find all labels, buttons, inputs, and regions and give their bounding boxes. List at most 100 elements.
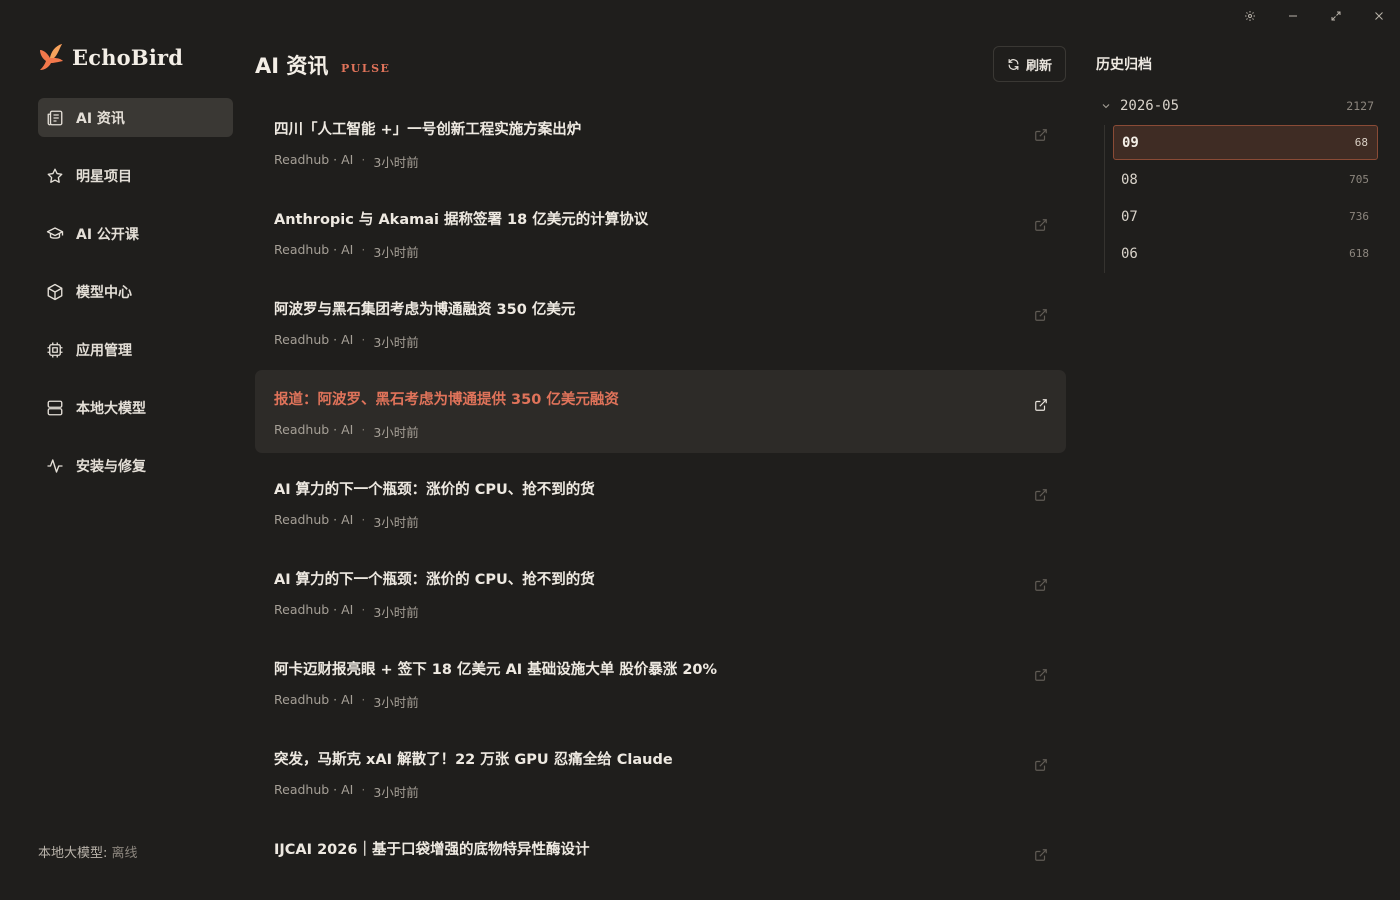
archive-month-item[interactable]: 07 736	[1113, 199, 1378, 234]
news-time: 3小时前	[373, 785, 419, 800]
main-content: AI 资讯 PULSE 刷新 四川「人工智能 +」一号创新工程实施方案出炉 Re…	[255, 0, 1066, 900]
news-item[interactable]: AI 算力的下一个瓶颈：涨价的 CPU、抢不到的货 Readhub · AI · 3…	[255, 550, 1066, 633]
news-title: 突发，马斯克 xAI 解散了！22 万张 GPU 忍痛全给 Claude	[274, 752, 673, 768]
meta-separator: ·	[361, 242, 366, 257]
news-source: Readhub · AI	[274, 692, 354, 707]
news-source: Readhub · AI	[274, 602, 354, 617]
bird-logo-icon	[40, 44, 63, 70]
news-source: Readhub · AI	[274, 422, 354, 437]
news-title: AI 算力的下一个瓶颈：涨价的 CPU、抢不到的货	[274, 482, 595, 498]
page-subtitle: PULSE	[341, 62, 391, 75]
news-meta: Readhub · AI · 3小时前	[274, 152, 1047, 171]
news-item[interactable]: 阿卡迈财报亮眼 + 签下 18 亿美元 AI 基础设施大单 股价暴涨 20% R…	[255, 640, 1066, 723]
local-model-status: 本地大模型: 离线	[38, 842, 138, 861]
meta-separator: ·	[361, 692, 366, 707]
chip-icon	[47, 342, 63, 357]
meta-separator: ·	[361, 782, 366, 797]
external-link-icon[interactable]	[1034, 128, 1048, 142]
newspaper-icon	[47, 110, 63, 125]
news-item[interactable]: 阿波罗与黑石集团考虑为博通融资 350 亿美元 Readhub · AI · 3小时…	[255, 280, 1066, 363]
meta-separator: ·	[361, 152, 366, 167]
archive-year-count: 2127	[1346, 99, 1374, 113]
page-title: AI 资讯	[255, 54, 329, 78]
app-window: EchoBird AI 资讯 明星项目 AI 公开课 模型中心 应用管理 本地大…	[0, 0, 1400, 900]
news-title: 报道：阿波罗、黑石考虑为博通提供 350 亿美元融资	[274, 392, 619, 408]
news-time: 3小时前	[373, 335, 419, 350]
external-link-icon[interactable]	[1034, 668, 1048, 682]
archive-month-list: 09 68 08 705 07 736 06 618	[1104, 125, 1378, 273]
sidebar-item-star-projects[interactable]: 明星项目	[38, 156, 233, 195]
external-link-icon[interactable]	[1034, 308, 1048, 322]
news-source: Readhub · AI	[274, 152, 354, 167]
news-item[interactable]: IJCAI 2026｜基于口袋增强的底物特异性酶设计	[255, 820, 1066, 900]
news-title: 阿卡迈财报亮眼 + 签下 18 亿美元 AI 基础设施大单 股价暴涨 20%	[274, 662, 718, 678]
sidebar-item-local-models[interactable]: 本地大模型	[38, 388, 233, 427]
meta-separator: ·	[361, 422, 366, 437]
archive-month-item[interactable]: 06 618	[1113, 236, 1378, 271]
news-time: 3小时前	[373, 155, 419, 170]
news-meta: Readhub · AI · 3小时前	[274, 692, 1047, 711]
archive-year-toggle[interactable]: 2026-05 2127	[1100, 94, 1376, 118]
news-list: 四川「人工智能 +」一号创新工程实施方案出炉 Readhub · AI · 3小时前…	[255, 100, 1066, 900]
sidebar-item-install-repair[interactable]: 安装与修复	[38, 446, 233, 485]
refresh-button[interactable]: 刷新	[993, 46, 1066, 82]
news-meta: Readhub · AI · 3小时前	[274, 602, 1047, 621]
archive-month-label: 07	[1121, 208, 1138, 225]
news-meta: Readhub · AI · 3小时前	[274, 512, 1047, 531]
news-source: Readhub · AI	[274, 512, 354, 527]
news-time: 3小时前	[373, 425, 419, 440]
external-link-icon[interactable]	[1034, 758, 1048, 772]
sidebar-item-label: AI 资讯	[76, 110, 125, 127]
meta-separator: ·	[361, 332, 366, 347]
news-title: Anthropic 与 Akamai 据称签署 18 亿美元的计算协议	[274, 212, 649, 228]
external-link-icon[interactable]	[1034, 398, 1048, 412]
sidebar-item-model-center[interactable]: 模型中心	[38, 272, 233, 311]
server-icon	[47, 400, 63, 415]
news-item[interactable]: AI 算力的下一个瓶颈：涨价的 CPU、抢不到的货 Readhub · AI · 3…	[255, 460, 1066, 543]
archive-month-label: 09	[1122, 134, 1139, 151]
archive-year-label: 2026-05	[1120, 98, 1180, 114]
refresh-icon	[1008, 58, 1019, 70]
news-meta: Readhub · AI · 3小时前	[274, 422, 1047, 441]
meta-separator: ·	[361, 512, 366, 527]
history-archive-panel: 历史归档 2026-05 2127 09 68 08 705 07 736 06…	[1096, 0, 1378, 900]
external-link-icon[interactable]	[1034, 848, 1048, 862]
news-item[interactable]: Anthropic 与 Akamai 据称签署 18 亿美元的计算协议 Read…	[255, 190, 1066, 273]
news-meta: Readhub · AI · 3小时前	[274, 782, 1047, 801]
local-model-status-value: 离线	[111, 846, 138, 861]
graduation-cap-icon	[46, 226, 64, 239]
archive-month-count: 618	[1349, 247, 1369, 260]
star-icon	[47, 168, 63, 183]
app-name: EchoBird	[72, 44, 184, 70]
news-item[interactable]: 突发，马斯克 xAI 解散了！22 万张 GPU 忍痛全给 Claude Rea…	[255, 730, 1066, 813]
external-link-icon[interactable]	[1034, 488, 1048, 502]
refresh-label: 刷新	[1025, 58, 1052, 74]
sidebar-nav: AI 资讯 明星项目 AI 公开课 模型中心 应用管理 本地大模型 安装与修复	[38, 98, 233, 504]
chevron-down-icon	[1102, 104, 1110, 109]
meta-separator: ·	[361, 602, 366, 617]
news-title: IJCAI 2026｜基于口袋增强的底物特异性酶设计	[274, 842, 590, 858]
news-source: Readhub · AI	[274, 782, 354, 797]
news-item-active[interactable]: 报道：阿波罗、黑石考虑为博通提供 350 亿美元融资 Readhub · AI ·…	[255, 370, 1066, 453]
sidebar-item-app-management[interactable]: 应用管理	[38, 330, 233, 369]
sidebar-item-label: 本地大模型	[76, 400, 146, 417]
news-time: 3小时前	[373, 245, 419, 260]
sidebar-item-ai-courses[interactable]: AI 公开课	[38, 214, 233, 253]
sidebar-item-label: 应用管理	[76, 342, 132, 359]
sidebar-item-label: 明星项目	[76, 168, 132, 185]
archive-month-item[interactable]: 08 705	[1113, 162, 1378, 197]
sidebar-item-label: 安装与修复	[76, 458, 146, 475]
cube-icon	[47, 283, 63, 300]
news-title: 阿波罗与黑石集团考虑为博通融资 350 亿美元	[274, 302, 576, 318]
archive-month-item-active[interactable]: 09 68	[1113, 125, 1378, 160]
sidebar-item-ai-news[interactable]: AI 资讯	[38, 98, 233, 137]
sidebar-item-label: AI 公开课	[76, 226, 139, 243]
news-source: Readhub · AI	[274, 242, 354, 257]
news-item[interactable]: 四川「人工智能 +」一号创新工程实施方案出炉 Readhub · AI · 3小时前	[255, 100, 1066, 183]
news-meta: Readhub · AI · 3小时前	[274, 242, 1047, 261]
sidebar: EchoBird AI 资讯 明星项目 AI 公开课 模型中心 应用管理 本地大…	[0, 0, 248, 900]
archive-month-count: 736	[1349, 210, 1369, 223]
external-link-icon[interactable]	[1034, 218, 1048, 232]
news-source: Readhub · AI	[274, 332, 354, 347]
external-link-icon[interactable]	[1034, 578, 1048, 592]
